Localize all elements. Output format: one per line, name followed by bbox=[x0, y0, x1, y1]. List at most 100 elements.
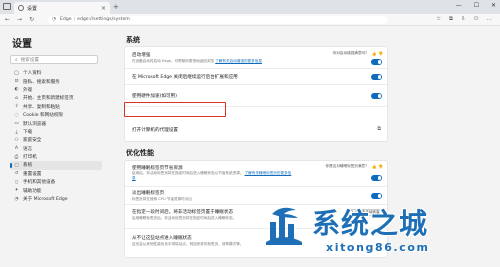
settings-sidebar: 设置 ⌕ 搜索设置 ◯ 个人资料 ⊡ 隐私、搜索和服务 ◐ 外观 ⌂ 开始、主页和新建标签页 ⇪… bbox=[0, 26, 110, 267]
start-icon: ⌂ bbox=[15, 95, 18, 101]
more-icon[interactable]: … bbox=[487, 16, 493, 23]
sidebar-item-language[interactable]: A 语言 bbox=[10, 145, 110, 153]
cookie-icon: ◌ bbox=[14, 112, 19, 118]
sleeping-feedback-icons[interactable]: 👍 👎 bbox=[372, 164, 383, 169]
watermark-text: 系统之城 bbox=[312, 207, 429, 240]
close-window-button[interactable]: ✕ bbox=[491, 2, 496, 9]
address-separator: | bbox=[73, 17, 76, 22]
sidebar-item-download[interactable]: ⤓ 下载 bbox=[10, 128, 110, 136]
reset-icon: ↺ bbox=[14, 171, 19, 177]
sidebar-item-label: 打印机 bbox=[23, 155, 37, 161]
hardware-accel-label: 使用硬件加速(如可用) bbox=[132, 94, 177, 99]
system-icon: ▢ bbox=[14, 162, 19, 168]
startup-boost-toggle[interactable] bbox=[371, 59, 382, 65]
proxy-label: 打开计算机的代理设置 bbox=[132, 128, 178, 133]
sidebar-item-label: 系统 bbox=[23, 163, 33, 169]
background-apps-label: 在 Microsoft Edge 关闭后继续运行后台扩展和应用 bbox=[132, 75, 238, 80]
sidebar-item-label: Cookie 和网站权限 bbox=[23, 113, 64, 119]
sleeping-tabs-toggle[interactable] bbox=[371, 175, 382, 181]
sidebar-item-label: 语言 bbox=[23, 146, 33, 152]
startup-feedback-icons[interactable]: 👍 👎 bbox=[372, 51, 383, 56]
appearance-icon: ◐ bbox=[14, 87, 19, 93]
refresh-icon[interactable]: ↻ bbox=[29, 16, 34, 23]
sleeping-tabs-row: 使用睡眠标签页节省资源 启用后，非活动标签页将在指定时间后进入睡眠状态以节省系统… bbox=[125, 161, 389, 187]
download-icon: ⤓ bbox=[15, 129, 18, 135]
phone-icon: ▯ bbox=[15, 179, 18, 185]
accessibility-icon: ✦ bbox=[14, 188, 19, 194]
search-placeholder: 搜索设置 bbox=[20, 57, 39, 63]
sleeping-tabs-desc: 启用后，非活动标签页将在指定时间后进入睡眠状态以节省系统资源。 了解有关睡眠标签… bbox=[132, 171, 292, 181]
startup-boost-link[interactable]: 了解有关启动增强的更多信息 bbox=[215, 59, 262, 63]
sidebar-item-reset[interactable]: ↺ 重置设置 bbox=[10, 170, 110, 178]
tab-settings[interactable]: 设置 × bbox=[14, 2, 110, 14]
watermark-url: xitong86.com bbox=[326, 241, 430, 254]
sidebar-item-label: 外观 bbox=[23, 87, 33, 93]
favorite-icon[interactable]: ☆ bbox=[436, 16, 441, 23]
sidebar-list: ◯ 个人资料 ⊡ 隐私、搜索和服务 ◐ 外观 ⌂ 开始、主页和新建标签页 ⇪ 共享、复制和粘贴 ◌ C… bbox=[10, 69, 110, 203]
edge-site-icon: ◔ bbox=[52, 17, 57, 22]
sidebar-item-label: 开始、主页和新建标签页 bbox=[23, 96, 74, 102]
back-icon[interactable]: ← bbox=[5, 16, 10, 23]
external-link-icon[interactable]: ⧉ bbox=[377, 126, 381, 132]
sidebar-item-label: 默认浏览器 bbox=[23, 121, 46, 127]
sleeping-feedback-text: 你是否对睡眠标签页满意? bbox=[325, 164, 367, 168]
background-apps-row: 在 Microsoft Edge 关闭后继续运行后台扩展和应用 bbox=[125, 69, 389, 85]
sidebar-item-label: 下载 bbox=[23, 129, 33, 135]
family-icon: ⚇ bbox=[14, 137, 19, 143]
minimize-button[interactable]: — bbox=[456, 2, 462, 9]
profile-icon[interactable]: ⚇ bbox=[474, 16, 479, 23]
watermark-logo-icon bbox=[266, 207, 302, 245]
system-section-title: 系统 bbox=[126, 36, 140, 44]
sidebar-item-label: 家庭安全 bbox=[23, 138, 42, 144]
maximize-button[interactable]: ☐ bbox=[474, 2, 479, 9]
proxy-highlight-box bbox=[124, 102, 226, 117]
startup-boost-desc-text: 在设备启动时启动 Edge，可帮助你更快地返回浏览 bbox=[132, 59, 215, 63]
downloads-icon[interactable]: ⇩ bbox=[461, 16, 466, 23]
sidebar-item-phone[interactable]: ▯ 手机和其他设备 bbox=[10, 178, 110, 186]
tab-title: 设置 bbox=[27, 5, 38, 12]
search-icon: ⌕ bbox=[15, 57, 18, 63]
browser-toolbar: ← → ↻ ◔ Edge | edge://settings/system ☆ … bbox=[0, 14, 500, 26]
fade-tabs-toggle[interactable] bbox=[371, 193, 382, 199]
address-bar[interactable]: ◔ Edge | edge://settings/system bbox=[48, 15, 388, 24]
never-sleep-label: 从不让这些站点进入睡眠状态 bbox=[132, 236, 192, 241]
sidebar-item-printer[interactable]: ⎙ 打印机 bbox=[10, 153, 110, 161]
tab-close-icon[interactable]: × bbox=[101, 5, 106, 12]
sidebar-item-appearance[interactable]: ◐ 外观 bbox=[10, 86, 110, 94]
collections-icon[interactable]: ⧉ bbox=[449, 16, 453, 23]
background-apps-toggle[interactable] bbox=[371, 74, 382, 80]
hardware-accel-toggle[interactable] bbox=[371, 93, 382, 99]
nav-buttons: ← → ↻ bbox=[0, 16, 46, 23]
sidebar-item-edge[interactable]: ◔ 关于 Microsoft Edge bbox=[10, 195, 110, 203]
sidebar-item-accessibility[interactable]: ✦ 辅助功能 bbox=[10, 186, 110, 194]
language-icon: A bbox=[14, 146, 19, 152]
sidebar-item-browser[interactable]: ▭ 默认浏览器 bbox=[10, 119, 110, 127]
startup-feedback-text: 你对启动增强满意吗? bbox=[332, 51, 367, 55]
sidebar-item-start[interactable]: ⌂ 开始、主页和新建标签页 bbox=[10, 94, 110, 102]
window-controls: — ☐ ✕ bbox=[456, 2, 496, 9]
sidebar-item-label: 共享、复制和粘贴 bbox=[23, 104, 60, 110]
sidebar-item-label: 重置设置 bbox=[23, 171, 42, 177]
sidebar-item-label: 隐私、搜索和服务 bbox=[23, 79, 60, 85]
sidebar-item-label: 关于 Microsoft Edge bbox=[23, 197, 68, 203]
startup-boost-label: 启动增强 bbox=[132, 53, 151, 58]
new-tab-button[interactable]: + bbox=[113, 3, 119, 11]
share-icon: ⇪ bbox=[14, 104, 19, 110]
search-settings-input[interactable]: ⌕ 搜索设置 bbox=[10, 55, 98, 64]
fade-tabs-label: 淡出睡眠标签页 bbox=[132, 191, 165, 196]
sidebar-item-lock[interactable]: ⊡ 隐私、搜索和服务 bbox=[10, 77, 110, 85]
lock-icon: ⊡ bbox=[14, 79, 19, 85]
sidebar-item-share[interactable]: ⇪ 共享、复制和粘贴 bbox=[10, 103, 110, 111]
startup-boost-row: 启动增强 在设备启动时启动 Edge，可帮助你更快地返回浏览 了解有关启动增强的… bbox=[125, 47, 389, 69]
watermark: 系统之城 xitong86.com bbox=[258, 200, 500, 267]
sidebar-item-label: 手机和其他设备 bbox=[23, 180, 56, 186]
browser-icon: ▭ bbox=[14, 121, 19, 127]
forward-icon[interactable]: → bbox=[17, 16, 22, 23]
tab-actions-icon[interactable] bbox=[3, 3, 11, 10]
address-url: edge://settings/system bbox=[77, 17, 130, 22]
sidebar-item-family[interactable]: ⚇ 家庭安全 bbox=[10, 136, 110, 144]
sidebar-item-cookie[interactable]: ◌ Cookie 和网站权限 bbox=[10, 111, 110, 119]
sidebar-item-system[interactable]: ▢ 系统 bbox=[10, 161, 102, 170]
sidebar-item-user[interactable]: ◯ 个人资料 bbox=[10, 69, 110, 77]
toolbar-tools: ☆ ⧉ ⇩ ⚇ … bbox=[436, 16, 500, 23]
